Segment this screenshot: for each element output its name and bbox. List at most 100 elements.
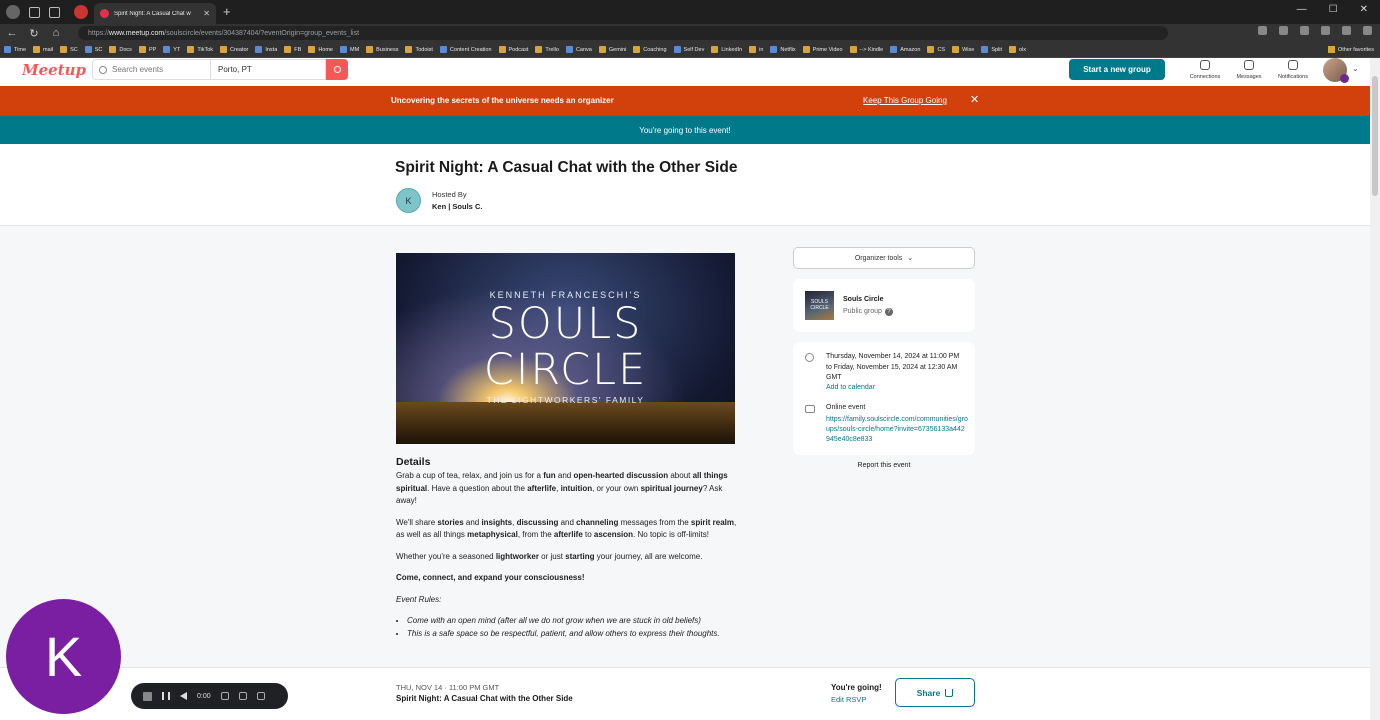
bookmark-item[interactable]: olx: [1009, 46, 1026, 53]
host-name[interactable]: Ken | Souls C.: [432, 202, 482, 211]
collections-icon[interactable]: [1321, 26, 1330, 35]
connections-button[interactable]: Connections: [1183, 58, 1227, 80]
copilot-icon[interactable]: [1363, 26, 1372, 35]
scrollbar-thumb[interactable]: [1372, 76, 1378, 196]
location-input[interactable]: [218, 65, 318, 74]
bookmark-item[interactable]: Home: [308, 46, 333, 53]
bookmark-item[interactable]: Split: [981, 46, 1002, 53]
bookmark-item[interactable]: Gemini: [598, 46, 626, 53]
messages-icon: [1244, 60, 1254, 70]
bookmark-item[interactable]: Podcast: [498, 46, 528, 53]
bookmark-item[interactable]: Trello: [535, 46, 559, 53]
report-event-link[interactable]: Report this event: [793, 462, 975, 469]
bookmark-icon: [109, 46, 117, 53]
close-tab-icon[interactable]: ✕: [203, 9, 210, 18]
host-avatar[interactable]: K: [396, 188, 421, 213]
bookmark-item[interactable]: PP: [138, 46, 156, 53]
keep-group-going-link[interactable]: Keep This Group Going: [863, 96, 947, 105]
maximize-icon[interactable]: ☐: [1329, 4, 1338, 15]
settings-menu-icon[interactable]: [1342, 26, 1351, 35]
bookmark-item[interactable]: Amazon: [890, 46, 920, 53]
close-icon[interactable]: ✕: [970, 93, 979, 106]
reload-icon[interactable]: ↻: [24, 27, 44, 40]
location-field[interactable]: [210, 59, 326, 80]
group-card[interactable]: SOULS CIRCLE Souls Circle Public group?: [793, 279, 975, 332]
grid-icon[interactable]: [220, 692, 229, 700]
edit-rsvp-link[interactable]: Edit RSVP: [831, 695, 866, 704]
page-scrollbar[interactable]: [1370, 58, 1380, 720]
footer-title: Spirit Night: A Casual Chat with the Oth…: [396, 694, 573, 703]
bookmark-item[interactable]: Netflix: [770, 46, 796, 53]
messages-label: Messages: [1236, 74, 1262, 80]
stop-recording-icon[interactable]: [143, 691, 152, 701]
other-favorites-folder[interactable]: Other favorites: [1327, 46, 1374, 53]
address-bar[interactable]: https://www.meetup.com/soulscircle/event…: [78, 26, 1168, 40]
group-name[interactable]: Souls Circle: [843, 296, 883, 303]
trash-icon[interactable]: [256, 692, 265, 700]
home-icon[interactable]: ⌂: [46, 27, 66, 39]
online-event-label: Online event: [826, 404, 866, 411]
bookmark-item[interactable]: SC: [84, 46, 102, 53]
bookmark-item[interactable]: Self Dev: [673, 46, 704, 53]
notifications-button[interactable]: Notifications: [1271, 58, 1315, 80]
restart-icon[interactable]: [238, 692, 247, 700]
bookmark-item[interactable]: Todoist: [405, 46, 433, 53]
bookmark-item[interactable]: Canva: [565, 46, 592, 53]
bookmark-item[interactable]: Insta: [255, 46, 277, 53]
bookmark-item[interactable]: LinkedIn: [711, 46, 742, 53]
new-tab-icon[interactable]: +: [223, 4, 231, 19]
minimize-icon[interactable]: —: [1297, 4, 1307, 15]
details-heading: Details: [396, 456, 431, 468]
bookmark-item[interactable]: mail: [33, 46, 53, 53]
add-to-calendar-link[interactable]: Add to calendar: [826, 384, 875, 391]
meetup-logo[interactable]: Meetup: [22, 61, 86, 79]
search-input[interactable]: [112, 65, 202, 74]
user-avatar[interactable]: [1323, 58, 1349, 83]
rewind-icon[interactable]: [180, 692, 187, 700]
profile-icon[interactable]: [6, 5, 20, 19]
close-window-icon[interactable]: ✕: [1360, 4, 1368, 15]
bookmark-item[interactable]: SC: [60, 46, 78, 53]
share-icon: [945, 688, 954, 697]
favorite-star-icon[interactable]: [1300, 26, 1309, 35]
webcam-bubble[interactable]: K: [6, 599, 121, 714]
bookmark-item[interactable]: --> Kindle: [849, 46, 883, 53]
start-new-group-button[interactable]: Start a new group: [1069, 59, 1165, 80]
share-button[interactable]: Share: [895, 678, 975, 707]
bookmark-item[interactable]: YT: [163, 46, 180, 53]
tab-actions-icon[interactable]: [49, 6, 60, 18]
online-event-link[interactable]: https://family.soulscircle.com/communiti…: [826, 415, 968, 445]
bookmark-item[interactable]: Time: [4, 46, 26, 53]
address-toolbar: ← ↻ ⌂ https://www.meetup.com/soulscircle…: [0, 24, 1380, 42]
bookmark-item[interactable]: in: [749, 46, 763, 53]
chevron-down-icon[interactable]: ⌄: [1352, 64, 1359, 73]
organizer-tools-label: Organizer tools: [854, 254, 903, 262]
extension-icon[interactable]: [1279, 26, 1288, 35]
bookmark-item[interactable]: Prime Video: [802, 46, 843, 53]
bookmark-item[interactable]: MM: [339, 46, 359, 53]
workspaces-icon[interactable]: [29, 6, 40, 18]
bookmark-item[interactable]: TikTok: [187, 46, 213, 53]
organizer-tools-dropdown[interactable]: Organizer tools ⌄: [793, 247, 975, 269]
bookmark-item[interactable]: Wise: [952, 46, 974, 53]
extension-icon[interactable]: [1258, 26, 1267, 35]
bookmark-icon: [849, 46, 857, 53]
active-tab[interactable]: Spirit Night: A Casual Chat w ✕: [94, 3, 216, 24]
help-icon[interactable]: ?: [884, 308, 893, 316]
pause-icon[interactable]: [162, 692, 170, 700]
bookmark-item[interactable]: CS: [927, 46, 945, 53]
bookmark-item[interactable]: Coaching: [633, 46, 667, 53]
recording-tab-icon[interactable]: [74, 5, 88, 19]
details-paragraph: Come, connect, and expand your conscious…: [396, 573, 585, 582]
bookmark-item[interactable]: Creator: [220, 46, 248, 53]
bookmark-item[interactable]: Docs: [109, 46, 132, 53]
back-icon[interactable]: ←: [2, 27, 22, 39]
event-time-card: Thursday, November 14, 2024 at 11:00 PM …: [793, 342, 975, 455]
messages-button[interactable]: Messages: [1227, 58, 1271, 80]
bookmark-item[interactable]: Business: [366, 46, 398, 53]
bookmark-icon: [770, 46, 778, 53]
bookmark-item[interactable]: FB: [284, 46, 301, 53]
search-field[interactable]: [92, 59, 210, 80]
bookmark-item[interactable]: Content Creation: [439, 46, 492, 53]
search-button[interactable]: [326, 59, 348, 80]
